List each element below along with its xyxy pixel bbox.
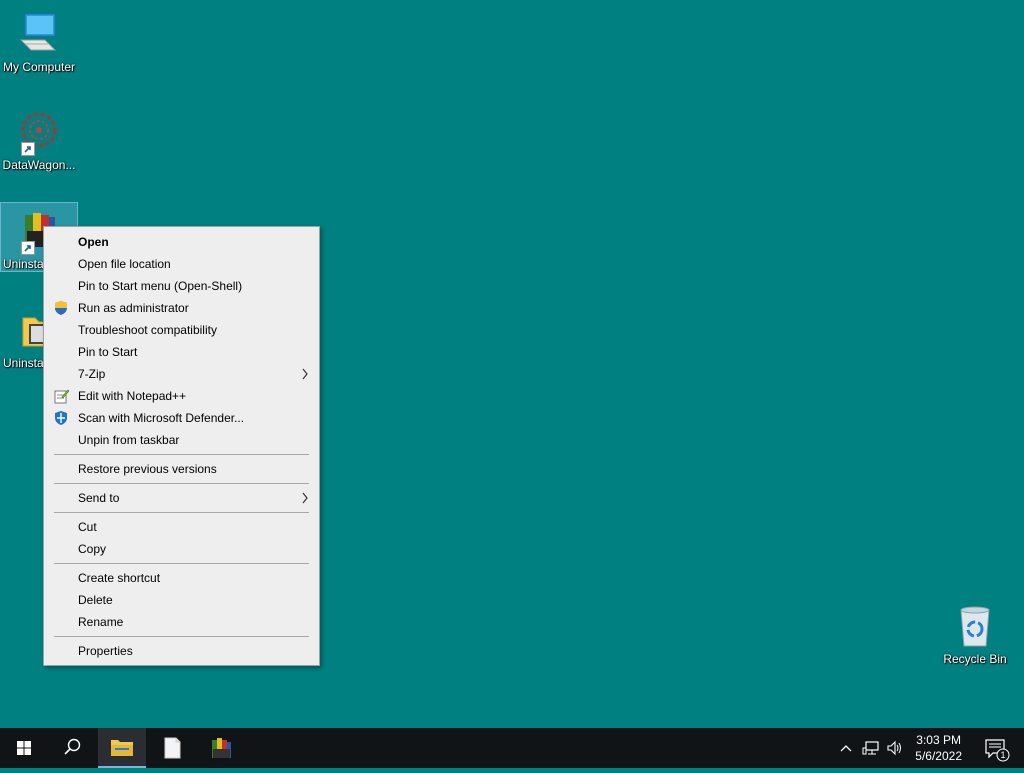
- notepadpp-icon: [53, 388, 70, 404]
- uninstaller-books-icon: [212, 738, 231, 758]
- menu-item-send-to[interactable]: Send to: [44, 487, 319, 509]
- uac-shield-icon: [53, 300, 69, 316]
- menu-item-properties[interactable]: Properties: [44, 640, 319, 662]
- notification-icon: [985, 739, 1010, 762]
- desktop[interactable]: My Computer DataWagon... Uninsta Uninsta…: [0, 0, 1024, 728]
- clock-date: 5/6/2022: [915, 749, 962, 763]
- menu-item-pin-to-start[interactable]: Pin to Start: [44, 341, 319, 363]
- menu-item-label: Run as administrator: [78, 301, 189, 315]
- computer-icon: [15, 10, 63, 58]
- menu-item-rename[interactable]: Rename: [44, 611, 319, 633]
- menu-item-label: Edit with Notepad++: [78, 389, 187, 403]
- desktop-icon-datawagon[interactable]: DataWagon...: [1, 104, 77, 172]
- menu-item-label: Send to: [78, 491, 120, 505]
- shortcut-arrow-icon: [21, 241, 35, 255]
- search-icon: [64, 738, 81, 755]
- network-tray-button[interactable]: [862, 740, 880, 761]
- chevron-up-icon: [840, 745, 852, 752]
- desktop-icon-recycle-bin[interactable]: Recycle Bin: [937, 598, 1013, 666]
- menu-item-label: Open: [78, 235, 109, 249]
- shortcut-arrow-icon: [21, 142, 35, 156]
- menu-item-label: Rename: [78, 615, 124, 629]
- menu-item-label: Scan with Microsoft Defender...: [78, 411, 245, 425]
- taskbar: 3:03 PM 5/6/2022 1: [0, 728, 1024, 768]
- taskbar-file-explorer[interactable]: [98, 728, 146, 768]
- datawagon-icon: [15, 108, 63, 156]
- menu-item-scan-with-defender[interactable]: Scan with Microsoft Defender...: [44, 407, 319, 429]
- menu-item-edit-with-notepadpp[interactable]: Edit with Notepad++: [44, 385, 319, 407]
- system-clock[interactable]: 3:03 PM 5/6/2022: [915, 732, 962, 764]
- menu-item-label: Troubleshoot compatibility: [78, 323, 217, 337]
- menu-item-pin-to-start-menu-open-shell[interactable]: Pin to Start menu (Open-Shell): [44, 275, 319, 297]
- menu-item-label: Pin to Start menu (Open-Shell): [78, 279, 243, 293]
- notification-badge: 1: [1000, 750, 1006, 760]
- desktop-icon-label: My Computer: [2, 60, 76, 74]
- menu-item-label: Unpin from taskbar: [78, 433, 180, 447]
- action-center-button[interactable]: 1: [976, 728, 1016, 768]
- menu-item-label: Create shortcut: [78, 571, 161, 585]
- menu-item-label: Delete: [78, 593, 113, 607]
- menu-item-label: Pin to Start: [78, 345, 138, 359]
- chevron-right-icon: [301, 487, 309, 516]
- folder-icon: [111, 740, 133, 756]
- menu-item-label: 7-Zip: [78, 367, 106, 381]
- menu-item-restore-previous-versions[interactable]: Restore previous versions: [44, 458, 319, 480]
- menu-item-label: Copy: [78, 542, 107, 556]
- menu-separator: [54, 563, 309, 564]
- menu-item-copy[interactable]: Copy: [44, 538, 319, 560]
- menu-item-run-as-administrator[interactable]: Run as administrator: [44, 297, 319, 319]
- menu-item-open-file-location[interactable]: Open file location: [44, 253, 319, 275]
- menu-separator: [54, 483, 309, 484]
- menu-item-label: Restore previous versions: [78, 462, 217, 476]
- network-icon: [862, 741, 879, 755]
- menu-item-open[interactable]: Open: [44, 231, 319, 253]
- menu-item-troubleshoot-compatibility[interactable]: Troubleshoot compatibility: [44, 319, 319, 341]
- speaker-icon: [887, 740, 901, 756]
- menu-item-cut[interactable]: Cut: [44, 516, 319, 538]
- taskbar-uninstaller[interactable]: [198, 728, 246, 768]
- volume-tray-button[interactable]: [886, 740, 904, 761]
- menu-item-delete[interactable]: Delete: [44, 589, 319, 611]
- desktop-icon-my-computer[interactable]: My Computer: [1, 6, 77, 74]
- desktop-icon-label: Recycle Bin: [943, 652, 1007, 666]
- recycle-bin-icon: [951, 602, 999, 650]
- search-button[interactable]: [48, 728, 96, 768]
- menu-item-7-zip[interactable]: 7-Zip: [44, 363, 319, 385]
- menu-item-label: Cut: [78, 520, 97, 534]
- menu-item-label: Open file location: [78, 257, 171, 271]
- menu-separator: [54, 636, 309, 637]
- menu-separator: [54, 512, 309, 513]
- show-hidden-icons-button[interactable]: [838, 740, 854, 761]
- windows-logo-icon: [17, 741, 31, 755]
- menu-item-label: Properties: [78, 644, 133, 658]
- taskbar-notepad[interactable]: [148, 728, 196, 768]
- menu-separator: [54, 454, 309, 455]
- defender-icon: [53, 410, 69, 426]
- clock-time: 3:03 PM: [916, 733, 961, 747]
- start-button[interactable]: [0, 728, 48, 768]
- document-icon: [164, 737, 181, 759]
- desktop-icon-label: DataWagon...: [2, 158, 76, 172]
- menu-item-create-shortcut[interactable]: Create shortcut: [44, 567, 319, 589]
- context-menu: Open Open file location Pin to Start men…: [43, 226, 320, 666]
- menu-item-unpin-from-taskbar[interactable]: Unpin from taskbar: [44, 429, 319, 451]
